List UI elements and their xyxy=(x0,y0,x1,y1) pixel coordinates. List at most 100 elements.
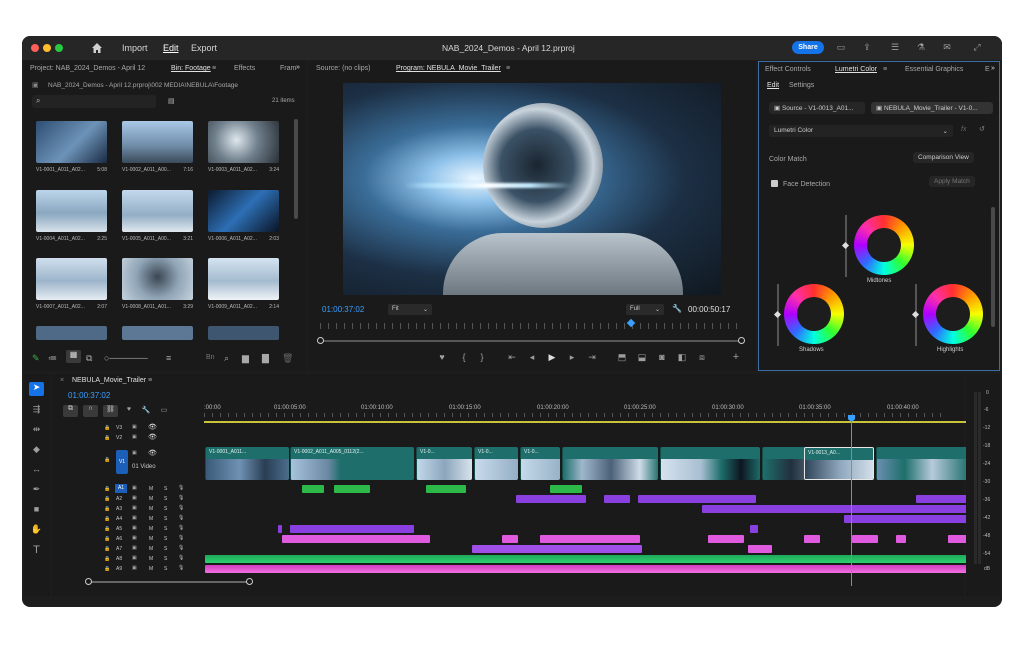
mute-button[interactable]: M xyxy=(149,526,153,532)
apply-match-button[interactable]: Apply Match xyxy=(929,176,975,187)
work-area-bar[interactable] xyxy=(204,421,968,423)
mic-icon[interactable]: 🎙 xyxy=(178,555,184,561)
mic-icon[interactable]: 🎙 xyxy=(178,525,184,531)
fx-icon[interactable]: fx xyxy=(961,126,966,133)
new-folder-icon[interactable]: ▆ xyxy=(242,353,249,364)
mic-icon[interactable]: 🎙 xyxy=(178,545,184,551)
menu-export[interactable]: Export xyxy=(191,43,217,53)
solo-button[interactable]: S xyxy=(164,516,167,522)
track-header-a1[interactable]: 🔒 A1 ▣ M S 🎙 xyxy=(52,484,204,494)
more-tabs-icon[interactable]: » xyxy=(991,65,995,72)
track-name[interactable]: A1 xyxy=(115,484,127,493)
mic-icon[interactable]: 🎙 xyxy=(178,505,184,511)
audio-clip[interactable] xyxy=(472,545,642,553)
tab-program[interactable]: Program: NEBULA_Movie_Trailer xyxy=(396,65,501,72)
ripple-edit-icon[interactable]: ⇹ xyxy=(29,424,44,435)
selection-tool-icon[interactable]: ➤ xyxy=(29,382,44,396)
scroll-handle-right[interactable] xyxy=(246,578,253,585)
sequence-tab[interactable]: NEBULA_Movie_Trailer xyxy=(72,377,146,384)
menu-icon[interactable]: ≡ xyxy=(883,66,887,73)
bin-icon[interactable]: Bn xyxy=(206,354,215,361)
sync-icon[interactable]: ▣ xyxy=(132,485,137,491)
timeline-timecode[interactable]: 01:00:37:02 xyxy=(68,391,110,400)
lock-icon[interactable]: 🔒 xyxy=(104,486,110,492)
mute-button[interactable]: M xyxy=(149,486,153,492)
solo-button[interactable]: S xyxy=(164,546,167,552)
sync-icon[interactable]: ▣ xyxy=(132,535,137,541)
type-tool-icon[interactable]: T xyxy=(29,544,44,556)
sync-icon[interactable]: ▣ xyxy=(132,505,137,511)
hand-tool-icon[interactable]: ✋ xyxy=(29,524,44,535)
nest-icon[interactable]: ⧉ xyxy=(63,405,78,417)
midtones-color-wheel[interactable] xyxy=(854,215,914,275)
tab-bin-footage[interactable]: Bin: Footage xyxy=(171,65,211,72)
workspaces-icon[interactable]: ☰ xyxy=(888,42,902,53)
trash-icon[interactable]: 🗑 xyxy=(282,353,293,364)
highlights-color-wheel[interactable] xyxy=(923,284,983,344)
zoom-dropdown[interactable]: Fit ⌄ xyxy=(388,304,432,315)
mute-button[interactable]: M xyxy=(149,536,153,542)
sync-icon[interactable]: ▣ xyxy=(132,450,137,456)
multicam-icon[interactable]: ⧈ xyxy=(696,352,708,363)
audio-clip[interactable] xyxy=(708,535,744,543)
audio-clip[interactable] xyxy=(748,545,772,553)
scroll-handle-left[interactable] xyxy=(85,578,92,585)
thumbnail-7[interactable] xyxy=(36,258,107,300)
audio-clip[interactable] xyxy=(916,495,968,503)
timeline-horizontal-scrollbar[interactable] xyxy=(88,581,250,583)
audio-clip[interactable] xyxy=(550,485,582,493)
play-icon[interactable]: ▶ xyxy=(546,352,558,363)
track-header-a4[interactable]: 🔒 A4 ▣ M S 🎙 xyxy=(52,514,204,524)
solo-button[interactable]: S xyxy=(164,486,167,492)
timeline-ruler[interactable]: :00:00 01:00:05:00 01:00:10:00 01:00:15:… xyxy=(204,404,944,418)
audio-clip[interactable] xyxy=(302,485,324,493)
video-clip-selected[interactable]: V1-0013_A0... xyxy=(804,447,874,480)
track-header-v2[interactable]: 🔒 V2 ▣ 👁 xyxy=(52,433,204,443)
freeform-view-icon[interactable]: ⧉ xyxy=(86,353,92,364)
menu-icon[interactable]: ≡ xyxy=(212,65,216,72)
mute-button[interactable]: M xyxy=(149,496,153,502)
wrench-icon[interactable]: 🔧 xyxy=(672,304,682,313)
tab-lumetri-color[interactable]: Lumetri Color xyxy=(835,66,877,73)
mic-icon[interactable]: 🎙 xyxy=(178,565,184,571)
menu-icon[interactable]: ≡ xyxy=(148,377,152,384)
highlights-slider-handle[interactable] xyxy=(911,310,920,319)
sync-icon[interactable]: ▣ xyxy=(132,434,137,440)
mic-icon[interactable]: 🎙 xyxy=(178,485,184,491)
track-header-v1[interactable]: 🔒 V1 ▣ 👁 01 Video xyxy=(52,445,204,479)
scrollbar[interactable] xyxy=(991,207,995,327)
thumbnail-8[interactable] xyxy=(122,258,193,300)
lock-icon[interactable]: 🔒 xyxy=(104,556,110,562)
mark-in-icon[interactable]: { xyxy=(458,352,470,362)
eye-icon[interactable]: 👁 xyxy=(148,423,157,431)
lock-icon[interactable]: 🔒 xyxy=(104,536,110,542)
sequence-clip-button[interactable]: ▣ NEBULA_Movie_Trailer - V1-0... xyxy=(871,102,993,114)
track-header-a8[interactable]: 🔒 A8 ▣ M S 🎙 xyxy=(52,554,204,564)
track-header-a9[interactable]: 🔒 A9 ▣ M S 🎙 xyxy=(52,564,204,574)
video-clip[interactable] xyxy=(660,447,760,480)
track-header-v3[interactable]: 🔒 V3 ▣ 👁 xyxy=(52,423,204,433)
go-to-in-icon[interactable]: ⇤ xyxy=(506,352,518,363)
menu-icon[interactable]: ≡ xyxy=(506,65,510,72)
sync-icon[interactable]: ▣ xyxy=(132,515,137,521)
captions-icon[interactable]: ▭ xyxy=(157,406,171,414)
menu-import[interactable]: Import xyxy=(122,43,148,53)
face-detection-checkbox[interactable] xyxy=(771,180,778,187)
fullscreen-icon[interactable]: ⤢ xyxy=(970,42,984,53)
video-clip[interactable]: V1-0... xyxy=(520,447,560,480)
video-clip[interactable]: V1-0002_A011_A005_0112(2... xyxy=(290,447,414,480)
tab-effects[interactable]: Effects xyxy=(234,65,255,72)
midtones-slider-handle[interactable] xyxy=(841,241,850,250)
mic-icon[interactable]: 🎙 xyxy=(178,535,184,541)
lock-icon[interactable]: 🔒 xyxy=(104,516,110,522)
tab-project[interactable]: Project: NAB_2024_Demos - April 12 xyxy=(30,65,145,72)
lock-icon[interactable]: 🔒 xyxy=(104,435,110,441)
tab-frame[interactable]: Fram xyxy=(280,65,296,72)
audio-clip[interactable] xyxy=(540,535,640,543)
snap-icon[interactable]: ∩ xyxy=(83,405,98,417)
go-to-out-icon[interactable]: ⇥ xyxy=(586,352,598,363)
shadows-slider-handle[interactable] xyxy=(773,310,782,319)
shadows-color-wheel[interactable] xyxy=(784,284,844,344)
audio-clip-music[interactable] xyxy=(205,555,968,563)
audio-clip[interactable] xyxy=(750,525,758,533)
